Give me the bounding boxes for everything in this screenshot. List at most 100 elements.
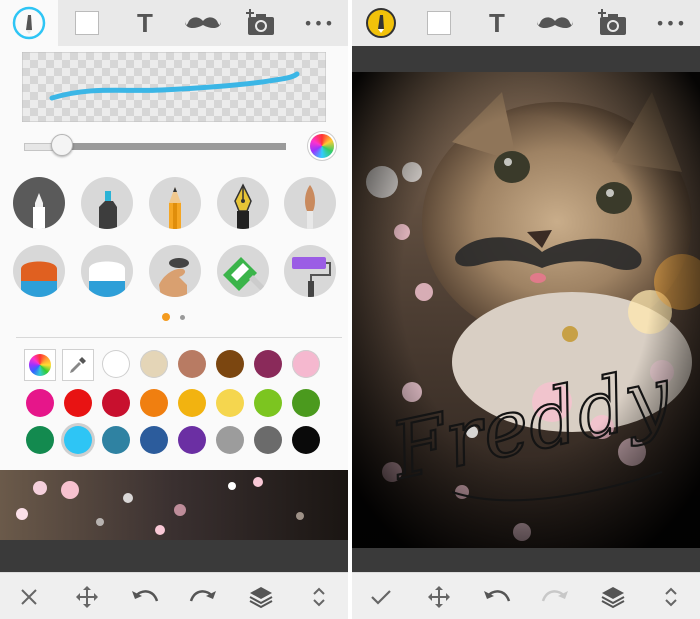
redo-button[interactable] [526, 573, 584, 619]
smudge-tool[interactable] [149, 245, 201, 297]
photo-canvas-panel: T ••• Freddy [352, 0, 700, 619]
mustache-icon [537, 17, 573, 29]
color-swatch[interactable] [178, 350, 206, 378]
highlighter-brush[interactable] [81, 177, 133, 229]
add-photo-icon [598, 9, 626, 35]
marker-icon [33, 193, 45, 229]
color-swatch[interactable] [140, 389, 168, 417]
canvas-preview-strip [0, 470, 348, 540]
marker-brush[interactable] [13, 177, 65, 229]
eraser-white-icon [89, 261, 125, 297]
move-button[interactable] [58, 573, 116, 619]
add-photo-button[interactable] [584, 0, 642, 46]
color-swatch[interactable] [178, 426, 206, 454]
stroke-preview [22, 52, 326, 122]
undo-button[interactable] [116, 573, 174, 619]
undo-button[interactable] [468, 573, 526, 619]
pencil-brush[interactable] [149, 177, 201, 229]
color-swatch[interactable] [102, 389, 130, 417]
move-icon [76, 585, 98, 608]
eraser-white-tool[interactable] [81, 245, 133, 297]
color-wheel-button[interactable] [24, 349, 56, 381]
color-swatch[interactable] [26, 426, 54, 454]
move-button[interactable] [410, 573, 468, 619]
color-swatch[interactable] [292, 426, 320, 454]
color-swatch[interactable] [254, 389, 282, 417]
fill-square-button[interactable] [58, 0, 116, 46]
color-wheel-icon [29, 354, 51, 376]
top-toolbar: T ••• [352, 0, 700, 46]
bottom-toolbar [0, 572, 348, 619]
mustache-sticker-button[interactable] [174, 0, 232, 46]
slider-thumb[interactable] [51, 134, 73, 156]
redo-button[interactable] [174, 573, 232, 619]
color-swatch[interactable] [102, 350, 130, 378]
color-swatch[interactable] [64, 389, 92, 417]
canvas-dark-area [0, 540, 348, 572]
brush-size-slider[interactable] [24, 134, 286, 156]
glitter-icon [223, 257, 265, 291]
brush-tool-button[interactable] [0, 0, 58, 46]
text-tool-button[interactable]: T [116, 0, 174, 46]
color-swatch-selected[interactable] [64, 426, 92, 454]
cancel-button[interactable] [0, 573, 58, 619]
undo-icon [132, 589, 159, 601]
fountain-pen-icon [234, 183, 252, 229]
color-swatch[interactable] [26, 389, 54, 417]
color-swatch[interactable] [102, 426, 130, 454]
layers-button[interactable] [584, 573, 642, 619]
square-icon [75, 11, 99, 35]
brush-tool-icon [12, 6, 46, 40]
eyedropper-button[interactable] [62, 349, 94, 381]
fountain-pen-brush[interactable] [217, 177, 269, 229]
top-toolbar: T ••• [0, 0, 348, 46]
color-swatch[interactable] [178, 389, 206, 417]
add-photo-icon [246, 9, 274, 35]
eraser-orange-icon [21, 261, 57, 297]
color-swatch[interactable] [254, 350, 282, 378]
paintbrush-brush[interactable] [284, 177, 336, 229]
redo-icon [541, 589, 568, 601]
layers-icon [249, 586, 273, 608]
highlighter-icon [99, 191, 117, 229]
add-photo-button[interactable] [232, 0, 290, 46]
fill-square-button[interactable] [410, 0, 468, 46]
text-icon: T [489, 7, 505, 38]
expand-icon [313, 587, 325, 606]
brush-editor-panel: T ••• [0, 0, 348, 619]
layers-icon [601, 586, 625, 608]
more-options-button[interactable]: ••• [290, 0, 348, 46]
color-swatch[interactable] [254, 426, 282, 454]
page-dot-active[interactable] [162, 313, 170, 321]
eraser-orange-tool[interactable] [13, 245, 65, 297]
more-options-button[interactable]: ••• [642, 0, 700, 46]
color-swatch[interactable] [292, 350, 320, 378]
close-icon [21, 588, 37, 605]
color-spectrum-button[interactable] [310, 134, 334, 158]
square-icon [427, 11, 451, 35]
paint-roller-tool[interactable] [284, 245, 336, 297]
page-dot[interactable] [180, 315, 185, 320]
pencil-icon [169, 187, 181, 229]
color-swatch[interactable] [140, 350, 168, 378]
eyedropper-icon [70, 357, 86, 373]
confirm-button[interactable] [352, 573, 410, 619]
mustache-sticker-button[interactable] [526, 0, 584, 46]
layers-button[interactable] [232, 573, 290, 619]
paint-roller-icon [292, 257, 331, 297]
glitter-tool[interactable] [217, 245, 269, 297]
photo-canvas[interactable]: Freddy [352, 72, 700, 548]
move-icon [428, 585, 450, 608]
brush-tool-button[interactable] [352, 0, 410, 46]
color-swatch[interactable] [292, 389, 320, 417]
color-swatch[interactable] [216, 350, 244, 378]
color-swatch[interactable] [216, 389, 244, 417]
more-icon: ••• [655, 13, 687, 33]
divider [16, 337, 342, 338]
expand-button[interactable] [642, 573, 700, 619]
color-swatch[interactable] [216, 426, 244, 454]
brush-tool-icon [366, 8, 396, 38]
expand-button[interactable] [290, 573, 348, 619]
color-swatch[interactable] [140, 426, 168, 454]
text-tool-button[interactable]: T [468, 0, 526, 46]
